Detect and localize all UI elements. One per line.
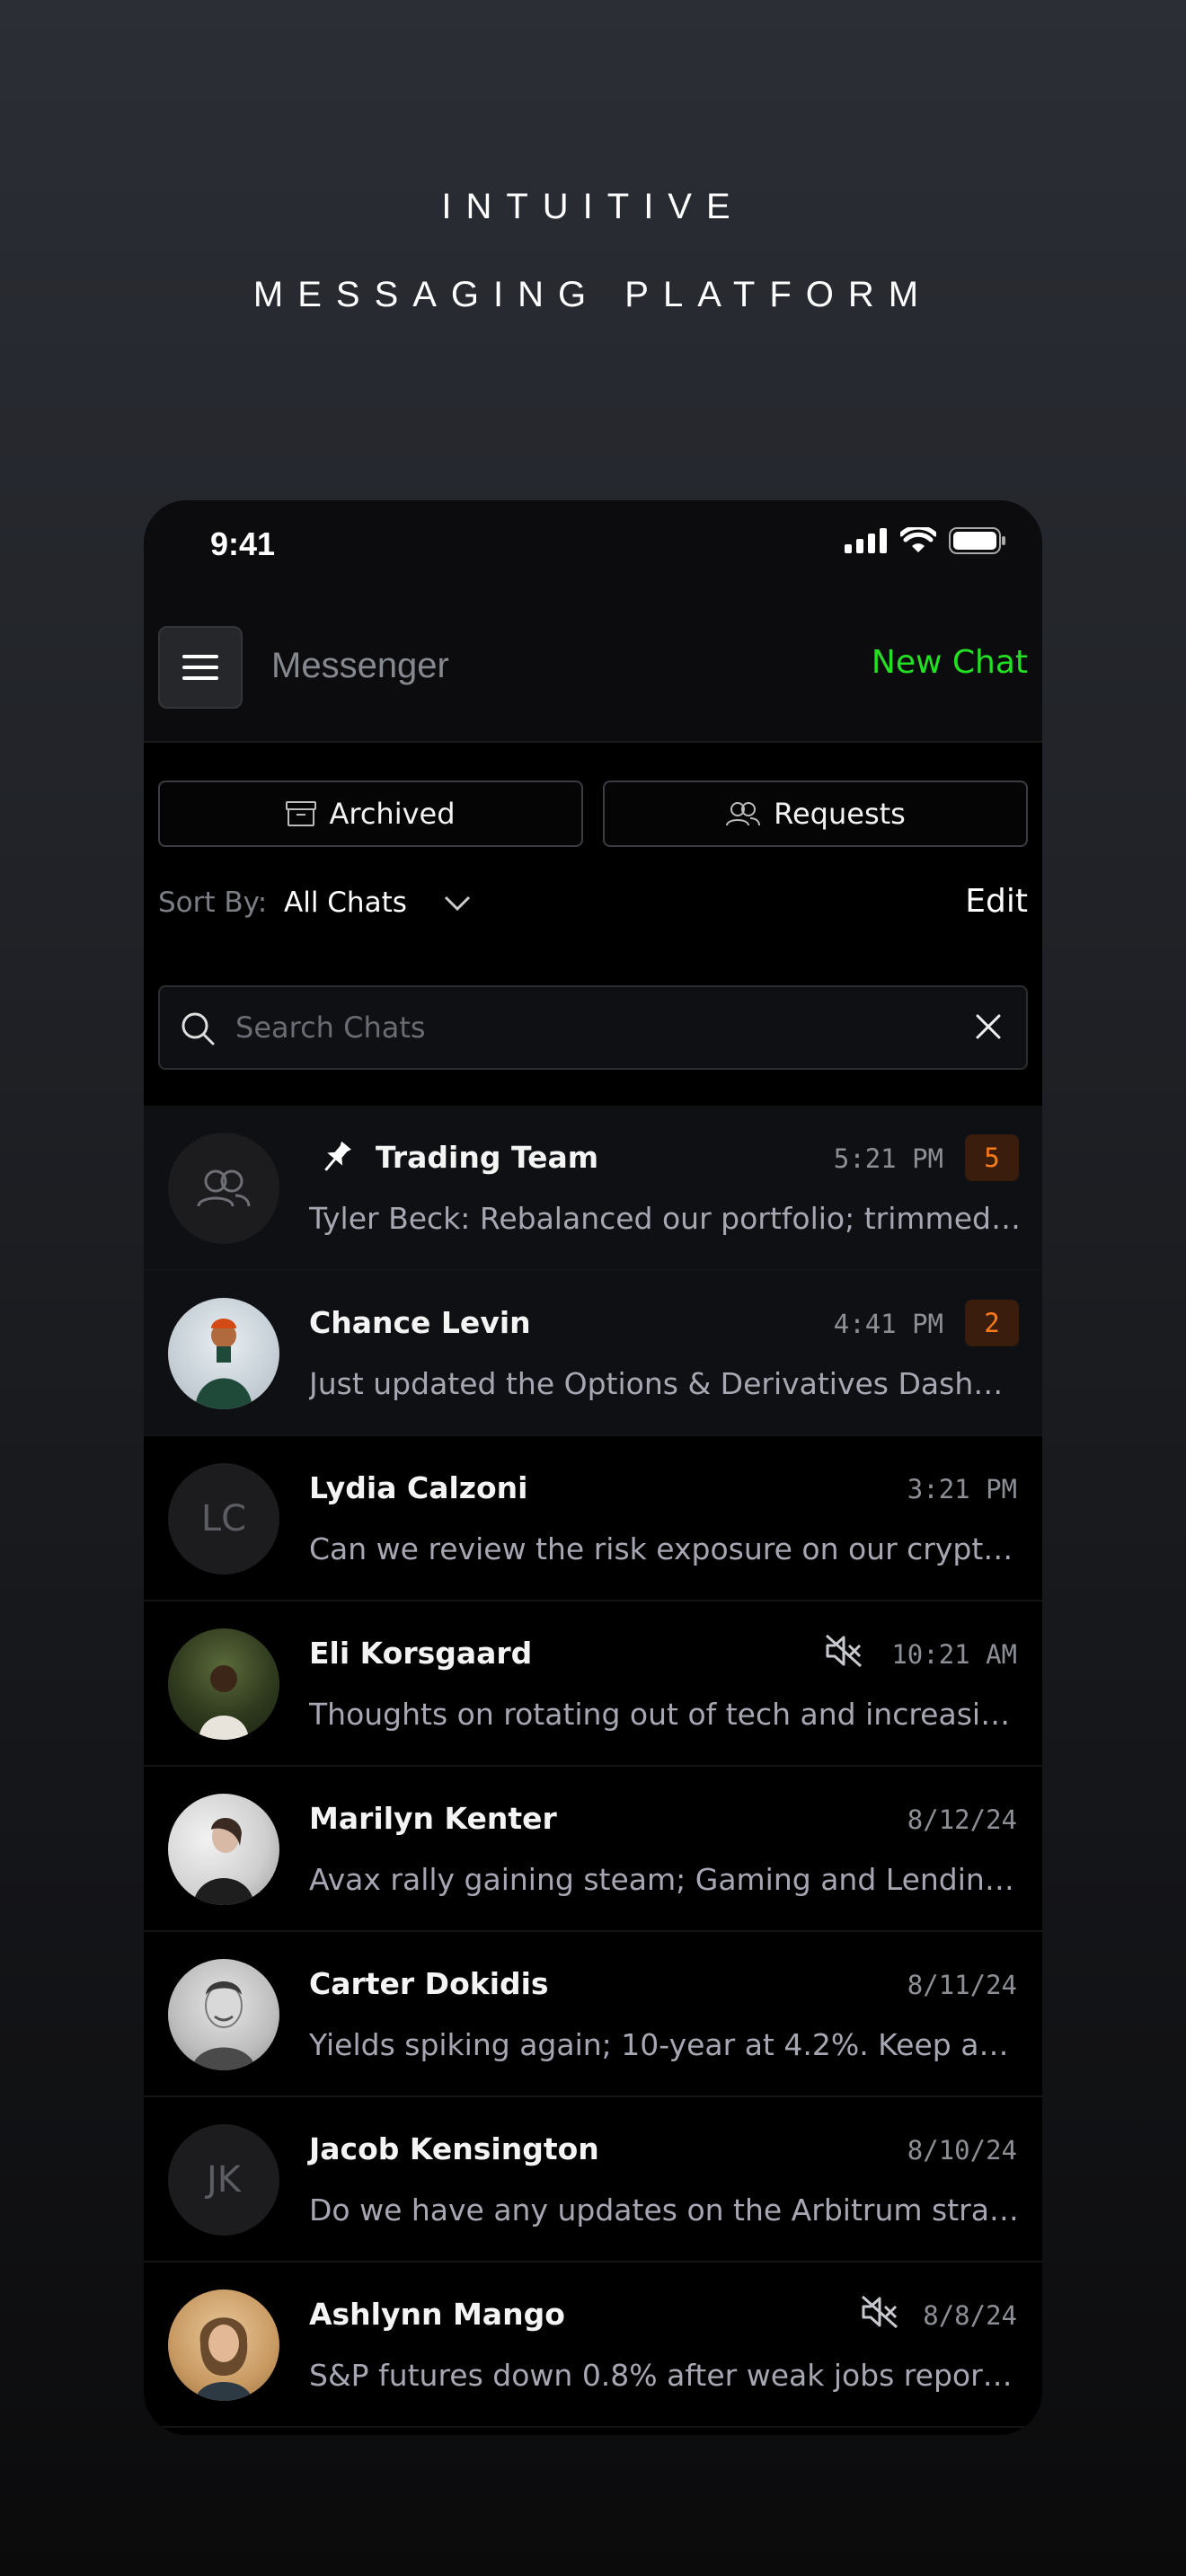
person-photo-icon: [195, 2317, 252, 2401]
chat-time: 3:21 PM: [907, 1474, 1017, 1504]
avatar: [168, 1628, 279, 1740]
archive-icon: [286, 801, 317, 826]
phone-frame: 9:41 Messenger New Chat Archived Request…: [144, 500, 1042, 2435]
chat-row[interactable]: Ashlynn Mango 8/8/24 S&P futures down 0.…: [144, 2263, 1042, 2428]
headline-line-2: MESSAGING PLATFORM: [252, 275, 934, 314]
filter-tabs: Archived Requests: [158, 781, 1028, 847]
chat-row[interactable]: Carter Dokidis 8/11/24 Yields spiking ag…: [144, 1932, 1042, 2097]
chat-name: Ashlynn Mango: [309, 2297, 565, 2332]
chat-preview: Avax rally gaining steam; Gaming and Len…: [309, 1862, 1021, 1897]
chat-row[interactable]: Marilyn Kenter 8/12/24 Avax rally gainin…: [144, 1767, 1042, 1932]
group-avatar: [168, 1133, 279, 1244]
menu-button[interactable]: [158, 626, 243, 709]
status-bar: 9:41: [144, 500, 1042, 599]
chat-name: Marilyn Kenter: [309, 1801, 557, 1836]
chat-preview: Yields spiking again; 10-year at 4.2%. K…: [309, 2027, 1021, 2062]
tab-requests-label: Requests: [774, 797, 906, 831]
chat-preview: Just updated the Options & Derivatives D…: [309, 1366, 1021, 1401]
chat-name: Jacob Kensington: [309, 2131, 599, 2166]
headline-line-1: INTUITIVE: [441, 187, 745, 226]
unread-badge: 2: [965, 1300, 1019, 1346]
status-icons: [845, 527, 1006, 554]
wifi-icon: [900, 527, 936, 552]
tab-archived[interactable]: Archived: [158, 781, 583, 847]
chat-name: Eli Korsgaard: [309, 1636, 533, 1671]
sort-label: Sort By:: [158, 887, 268, 919]
chat-preview: Can we review the risk exposure on our c…: [309, 1531, 1021, 1566]
chat-preview: Tyler Beck: Rebalanced our portfolio; tr…: [309, 1201, 1021, 1236]
users-icon: [726, 802, 761, 826]
chat-time: 4:41 PM: [833, 1309, 943, 1339]
chat-preview: Thoughts on rotating out of tech and inc…: [309, 1697, 1021, 1732]
mute-icon: [825, 1634, 863, 1668]
chat-name: Chance Levin: [309, 1305, 531, 1340]
chat-row[interactable]: JK Jacob Kensington 8/10/24 Do we have a…: [144, 2097, 1042, 2263]
battery-icon: [949, 527, 1005, 554]
search-field[interactable]: Search Chats: [158, 985, 1028, 1070]
search-icon: [181, 1012, 215, 1045]
avatar: [168, 1794, 279, 1905]
person-photo-icon: [191, 1981, 256, 2070]
avatar: [168, 1298, 279, 1409]
avatar-initials: JK: [168, 2124, 279, 2236]
chat-preview: S&P futures down 0.8% after weak jobs re…: [309, 2358, 1021, 2393]
search-input[interactable]: Search Chats: [235, 1010, 426, 1045]
chat-time: 8/10/24: [907, 2135, 1017, 2166]
chat-time: 8/11/24: [907, 1970, 1017, 2000]
new-chat-button[interactable]: New Chat: [872, 644, 1028, 681]
chat-name: Trading Team: [376, 1140, 599, 1175]
chat-preview: Do we have any updates on the Arbitrum s…: [309, 2192, 1021, 2228]
chat-time: 8/12/24: [907, 1804, 1017, 1835]
person-photo-icon: [199, 1665, 249, 1740]
chat-row[interactable]: Eli Korsgaard 10:21 AM Thoughts on rotat…: [144, 1601, 1042, 1767]
sort-row: Sort By: All Chats Edit: [158, 878, 1028, 931]
chat-time: 10:21 AM: [891, 1639, 1017, 1670]
person-photo-icon: [193, 1817, 254, 1905]
avatar: [168, 2289, 279, 2401]
chat-row[interactable]: Trading Team 5:21 PM 5 Tyler Beck: Rebal…: [144, 1106, 1042, 1271]
status-time: 9:41: [210, 525, 276, 562]
close-icon[interactable]: [972, 1010, 1005, 1043]
nav-bar: Messenger New Chat: [144, 599, 1042, 743]
chat-list: Trading Team 5:21 PM 5 Tyler Beck: Rebal…: [144, 1106, 1042, 2428]
chat-row[interactable]: LC Lydia Calzoni 3:21 PM Can we review t…: [144, 1436, 1042, 1601]
users-icon: [197, 1169, 251, 1207]
sort-select[interactable]: All Chats: [284, 887, 407, 919]
tab-archived-label: Archived: [329, 797, 456, 831]
chat-row[interactable]: Chance Levin 4:41 PM 2 Just updated the …: [144, 1271, 1042, 1436]
pin-icon: [324, 1141, 351, 1171]
avatar-initials: LC: [168, 1463, 279, 1575]
unread-badge: 5: [965, 1134, 1019, 1181]
signal-icon: [845, 528, 887, 553]
hamburger-icon: [182, 655, 218, 680]
edit-button[interactable]: Edit: [965, 883, 1028, 920]
page-title: Messenger: [271, 646, 449, 685]
avatar: [168, 1959, 279, 2070]
chat-time: 8/8/24: [923, 2300, 1017, 2331]
tab-requests[interactable]: Requests: [603, 781, 1028, 847]
chat-name: Carter Dokidis: [309, 1966, 549, 2001]
chat-name: Lydia Calzoni: [309, 1470, 528, 1505]
chat-time: 5:21 PM: [833, 1143, 943, 1174]
mute-icon: [861, 2295, 898, 2329]
person-photo-icon: [195, 1319, 252, 1409]
chevron-down-icon[interactable]: [444, 895, 471, 912]
